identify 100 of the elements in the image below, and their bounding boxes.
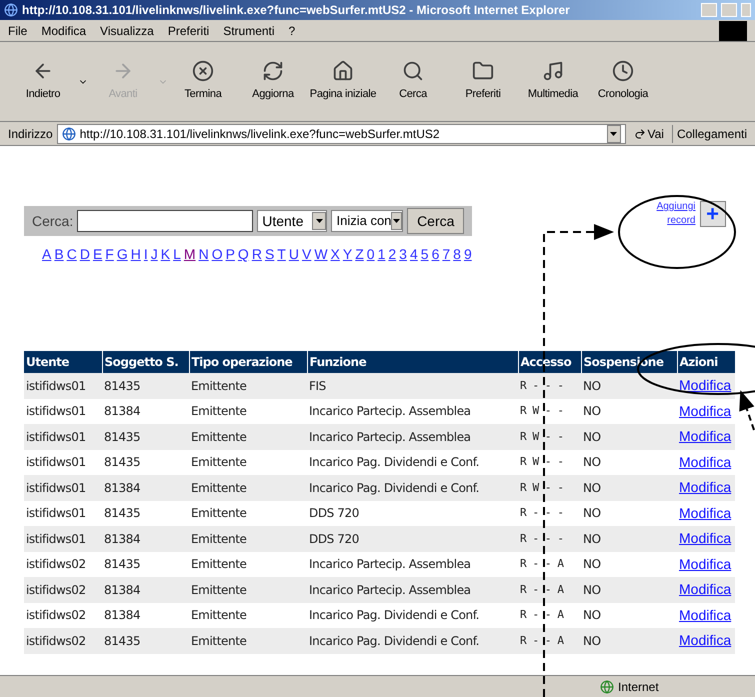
edit-link[interactable]: Modifica bbox=[679, 530, 732, 546]
letter-link[interactable]: X bbox=[330, 244, 340, 265]
address-field[interactable]: http://10.108.31.101/livelinknws/livelink.exe?func=webSurfer.mtUS2 bbox=[56, 124, 626, 144]
table-cell: istifidws01 bbox=[24, 398, 102, 424]
menu-item[interactable]: Visualizza bbox=[100, 22, 154, 40]
edit-link[interactable]: Modifica bbox=[679, 556, 732, 572]
letter-link[interactable]: H bbox=[130, 244, 141, 265]
toolbar-button[interactable]: Cronologia bbox=[588, 60, 658, 103]
mode-select[interactable]: Inizia con bbox=[331, 210, 404, 232]
add-record-link[interactable]: Aggiungi bbox=[656, 200, 696, 214]
edit-link[interactable]: Modifica bbox=[679, 606, 732, 623]
letter-link[interactable]: E bbox=[92, 244, 102, 265]
edit-link[interactable]: Modifica bbox=[679, 428, 732, 444]
field-select[interactable]: Utente bbox=[257, 210, 328, 232]
table-cell: NO bbox=[581, 602, 677, 628]
table-cell: Incarico Partecip. Assemblea bbox=[307, 424, 518, 450]
table-cell: NO bbox=[581, 552, 677, 577]
column-header: Funzione bbox=[307, 351, 518, 373]
letter-link[interactable]: V bbox=[302, 244, 312, 265]
table-cell: 81435 bbox=[102, 500, 189, 526]
toolbar-button[interactable]: Aggiorna bbox=[238, 60, 308, 103]
table-cell: Emittente bbox=[189, 500, 307, 526]
toolbar-button[interactable]: Indietro bbox=[8, 60, 78, 103]
menu-item[interactable]: ? bbox=[288, 22, 296, 40]
edit-link[interactable]: Modifica bbox=[679, 377, 732, 394]
toolbar-button[interactable]: Pagina iniziale bbox=[308, 60, 378, 103]
table-cell: Emittente bbox=[189, 552, 307, 577]
table-cell: Emittente bbox=[189, 602, 307, 628]
toolbar-button[interactable]: Termina bbox=[168, 60, 238, 103]
table-cell: Incarico Pag. Dividendi e Conf. bbox=[307, 450, 518, 475]
table-cell: istifidws01 bbox=[24, 526, 102, 552]
edit-link[interactable]: Modifica bbox=[679, 504, 732, 521]
table-cell: R - - A bbox=[518, 628, 581, 654]
letter-link[interactable]: K bbox=[160, 244, 170, 265]
table-cell: NO bbox=[581, 475, 677, 500]
letter-link[interactable]: L bbox=[173, 244, 181, 265]
letter-link[interactable]: 7 bbox=[442, 244, 450, 265]
letter-link[interactable]: 1 bbox=[378, 244, 386, 265]
letter-link[interactable]: 8 bbox=[453, 244, 461, 265]
letter-link[interactable]: F bbox=[105, 244, 114, 265]
letter-link[interactable]: I bbox=[144, 244, 148, 265]
letter-link[interactable]: S bbox=[264, 244, 274, 265]
address-label: Indirizzo bbox=[8, 126, 53, 142]
letter-link[interactable]: U bbox=[288, 244, 299, 265]
table-cell: Emittente bbox=[189, 373, 307, 398]
letter-link[interactable]: Y bbox=[342, 244, 352, 265]
letter-link[interactable]: M bbox=[184, 244, 196, 265]
table-cell: 81384 bbox=[102, 602, 189, 628]
letter-link[interactable]: 9 bbox=[464, 244, 472, 265]
menu-item[interactable]: File bbox=[8, 22, 28, 40]
table-cell: NO bbox=[581, 373, 677, 398]
letter-link[interactable]: D bbox=[80, 244, 90, 265]
table-cell: R W - - bbox=[518, 424, 581, 450]
table-cell: FIS bbox=[307, 373, 518, 398]
letter-link[interactable]: 3 bbox=[399, 244, 407, 265]
add-record-link[interactable]: record bbox=[667, 214, 696, 228]
table-cell: R - - - bbox=[518, 373, 581, 398]
table-cell: R - - A bbox=[518, 577, 581, 602]
letter-link[interactable]: A bbox=[42, 244, 52, 265]
globe-icon bbox=[600, 680, 614, 694]
letter-link[interactable]: J bbox=[150, 244, 158, 265]
letter-link[interactable]: 0 bbox=[366, 244, 375, 265]
table-cell: Emittente bbox=[189, 424, 307, 450]
table-cell: NO bbox=[581, 424, 677, 450]
edit-link[interactable]: Modifica bbox=[679, 479, 732, 496]
table-cell: istifidws02 bbox=[24, 602, 102, 628]
table-cell: 81435 bbox=[102, 424, 189, 450]
letter-link[interactable]: W bbox=[314, 244, 328, 265]
letter-link[interactable]: 6 bbox=[432, 244, 440, 265]
edit-link[interactable]: Modifica bbox=[679, 402, 732, 419]
toolbar-button[interactable]: Cerca bbox=[378, 60, 448, 103]
letter-link[interactable]: 4 bbox=[410, 244, 418, 265]
links-label[interactable]: Collegamenti bbox=[672, 124, 747, 142]
letter-link[interactable]: 2 bbox=[388, 244, 396, 265]
table-cell: R - - A bbox=[518, 602, 581, 628]
letter-link[interactable]: Z bbox=[355, 244, 364, 265]
go-button[interactable]: Vai bbox=[630, 124, 668, 142]
edit-link[interactable]: Modifica bbox=[679, 454, 732, 470]
letter-link[interactable]: N bbox=[198, 244, 209, 265]
letter-link[interactable]: 5 bbox=[420, 244, 429, 265]
letter-link[interactable]: G bbox=[116, 244, 128, 265]
letter-link[interactable]: Q bbox=[238, 244, 249, 265]
menu-item[interactable]: Strumenti bbox=[223, 22, 275, 40]
menu-item[interactable]: Modifica bbox=[41, 22, 86, 40]
add-button[interactable]: + bbox=[700, 201, 726, 227]
table-cell: R - - A bbox=[518, 552, 581, 577]
menu-item[interactable]: Preferiti bbox=[168, 22, 210, 40]
toolbar-button[interactable]: Preferiti bbox=[448, 60, 518, 103]
edit-link[interactable]: Modifica bbox=[679, 581, 732, 598]
letter-link[interactable]: T bbox=[277, 244, 286, 265]
edit-link[interactable]: Modifica bbox=[679, 632, 732, 648]
search-button[interactable]: Cerca bbox=[407, 208, 464, 234]
toolbar-button[interactable]: Multimedia bbox=[518, 60, 588, 103]
letter-link[interactable]: P bbox=[226, 244, 235, 265]
search-field[interactable] bbox=[77, 210, 254, 232]
table-cell: 81435 bbox=[102, 373, 189, 398]
letter-link[interactable]: C bbox=[66, 244, 77, 265]
letter-link[interactable]: B bbox=[54, 244, 64, 265]
letter-link[interactable]: O bbox=[212, 244, 223, 265]
letter-link[interactable]: R bbox=[252, 244, 262, 265]
